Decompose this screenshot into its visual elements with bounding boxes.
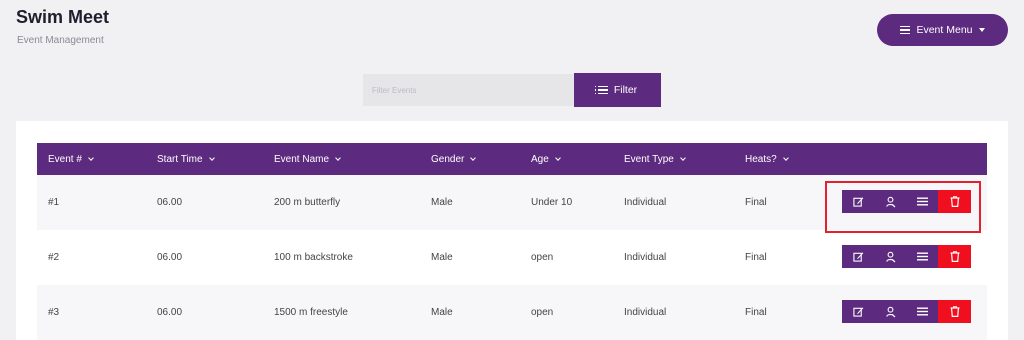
list-icon [916,252,928,261]
cell-age: open [531,307,554,318]
edit-icon [852,252,863,262]
menu-icon [900,24,911,36]
swimmers-button[interactable] [874,300,906,323]
list-icon [916,307,928,316]
edit-button[interactable] [842,300,874,323]
cell-gender: Male [431,252,453,263]
column-header-event-number[interactable]: Event # [48,143,94,175]
row-actions [842,300,971,323]
chevron-down-icon [554,154,561,161]
chevron-down-icon [782,154,789,161]
swimmers-button[interactable] [874,245,906,268]
column-header-event-type[interactable]: Event Type [624,143,686,175]
chevron-down-icon [470,154,477,161]
cell-heats: Final [745,197,767,208]
actions-highlight-box [825,181,981,233]
cell-event-number: #1 [48,197,60,208]
page-title: Swim Meet [16,7,110,27]
cell-start-time: 06.00 [157,252,183,263]
page-subtitle: Event Management [17,35,104,46]
cell-event-number: #3 [48,307,60,318]
cell-gender: Male [431,197,453,208]
cell-event-type: Individual [624,252,667,263]
details-button[interactable] [906,245,938,268]
cell-gender: Male [431,307,453,318]
table-header: Event # Start Time Event Name Gender Age… [37,143,987,175]
cell-heats: Final [745,307,767,318]
cell-event-name: 1500 m freestyle [274,307,348,318]
chevron-down-icon [680,154,686,161]
edit-button[interactable] [842,245,874,268]
trash-icon [950,251,959,262]
swimmer-icon [885,306,895,317]
caret-down-icon [978,28,985,32]
event-menu-label: Event Menu [916,24,973,36]
column-header-gender[interactable]: Gender [431,143,477,175]
filter-events-input[interactable] [363,74,574,106]
chevron-down-icon [335,154,341,161]
column-header-age[interactable]: Age [531,143,561,175]
column-header-event-name[interactable]: Event Name [274,143,341,175]
cell-event-number: #2 [48,252,60,263]
cell-start-time: 06.00 [157,307,183,318]
cell-event-name: 100 m backstroke [274,252,353,263]
cell-age: Under 10 [531,197,573,208]
column-header-heats[interactable]: Heats? [745,143,789,175]
cell-event-type: Individual [624,307,667,318]
row-actions [842,245,971,268]
table-row: #3 06.00 1500 m freestyle Male open Indi… [37,285,987,340]
details-button[interactable] [906,300,938,323]
swimmer-icon [885,251,895,262]
filter-button[interactable]: Filter [574,73,661,107]
filter-button-label: Filter [613,84,638,96]
chevron-down-icon [208,154,215,161]
table-row: #2 06.00 100 m backstroke Male open Indi… [37,230,987,285]
delete-button[interactable] [938,245,971,268]
cell-age: open [531,252,554,263]
edit-icon [852,307,863,317]
cell-start-time: 06.00 [157,197,183,208]
chevron-down-icon [88,154,94,161]
trash-icon [950,306,959,317]
list-icon [594,85,608,95]
column-header-start-time[interactable]: Start Time [157,143,215,175]
cell-heats: Final [745,252,767,263]
cell-event-name: 200 m butterfly [274,197,341,208]
delete-button[interactable] [938,300,971,323]
event-menu-button[interactable]: Event Menu [877,14,1008,46]
cell-event-type: Individual [624,197,667,208]
